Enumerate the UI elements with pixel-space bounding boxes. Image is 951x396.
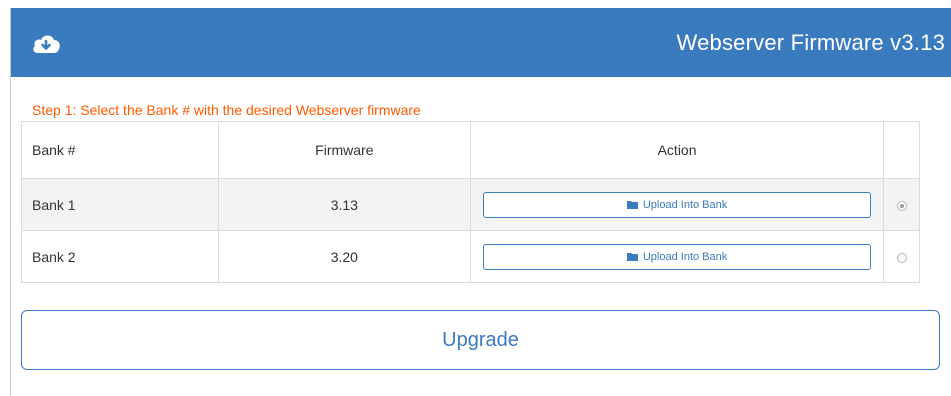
bank-table: Bank # Firmware Action Bank 1 3.13 Uploa… bbox=[21, 121, 920, 283]
firmware-version: 3.20 bbox=[217, 230, 472, 283]
bank-radio-button[interactable] bbox=[896, 200, 907, 211]
upload-into-bank-button[interactable]: Upload Into Bank bbox=[483, 191, 872, 218]
table-row: Bank 2 3.20 Upload Into Bank bbox=[21, 230, 920, 283]
cloud-download-icon bbox=[31, 30, 61, 56]
col-header-bank: Bank # bbox=[21, 121, 219, 179]
step-instruction: Step 1: Select the Bank # with the desir… bbox=[32, 102, 421, 118]
action-cell: Upload Into Bank bbox=[470, 230, 885, 283]
table-row: Bank 1 3.13 Upload Into Bank bbox=[21, 178, 920, 231]
col-header-firmware: Firmware bbox=[217, 121, 472, 179]
panel-title: Webserver Firmware v3.13 bbox=[676, 29, 945, 55]
firmware-version: 3.13 bbox=[217, 178, 472, 231]
bank-name: Bank 2 bbox=[21, 230, 219, 283]
upload-button-label: Upload Into Bank bbox=[642, 250, 728, 263]
col-header-action: Action bbox=[470, 121, 885, 179]
panel-header: Webserver Firmware v3.13 bbox=[11, 8, 951, 77]
folder-icon bbox=[626, 201, 638, 209]
bank-radio-button[interactable] bbox=[896, 252, 907, 263]
upgrade-button[interactable]: Upgrade bbox=[21, 310, 940, 370]
upload-button-label: Upload Into Bank bbox=[642, 198, 728, 211]
select-cell bbox=[883, 178, 920, 231]
bank-name: Bank 1 bbox=[21, 178, 219, 231]
action-cell: Upload Into Bank bbox=[470, 178, 885, 231]
select-cell bbox=[883, 230, 920, 283]
table-header-row: Bank # Firmware Action bbox=[21, 121, 920, 179]
folder-icon bbox=[626, 253, 638, 261]
col-header-select bbox=[883, 121, 920, 179]
upload-into-bank-button[interactable]: Upload Into Bank bbox=[483, 243, 872, 270]
